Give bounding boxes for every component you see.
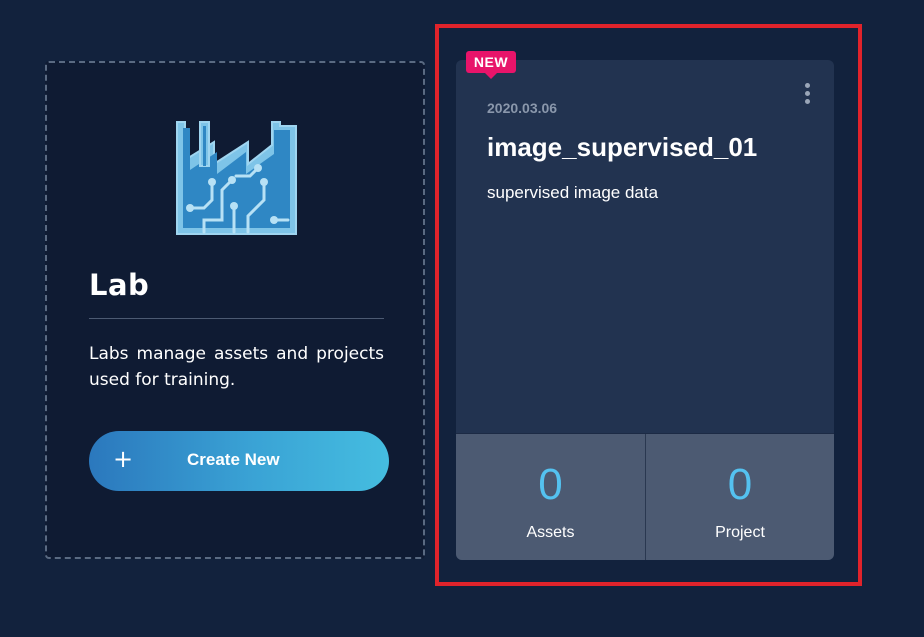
plus-icon: + bbox=[113, 445, 134, 473]
assets-stat[interactable]: 0 Assets bbox=[456, 434, 645, 560]
lab-description: Labs manage assets and projects used for… bbox=[89, 344, 384, 390]
lab-title: Lab bbox=[89, 268, 150, 302]
project-stat[interactable]: 0 Project bbox=[645, 434, 834, 560]
lab-stats: 0 Assets 0 Project bbox=[456, 433, 834, 560]
assets-count: 0 bbox=[538, 460, 563, 509]
project-count: 0 bbox=[727, 460, 753, 509]
assets-label: Assets bbox=[526, 524, 575, 541]
create-new-label: Create New bbox=[187, 450, 280, 469]
lab-item-card[interactable]: 2020.03.06 image_supervised_01 supervise… bbox=[456, 60, 834, 560]
lab-date: 2020.03.06 bbox=[487, 100, 558, 116]
lab-factory-icon bbox=[176, 121, 297, 235]
create-new-button[interactable]: + Create New bbox=[89, 431, 389, 491]
lab-item-description: supervised image data bbox=[487, 183, 659, 202]
more-vertical-icon[interactable] bbox=[802, 83, 814, 109]
create-lab-card: Lab Labs manage assets and projects used… bbox=[45, 61, 425, 559]
project-label: Project bbox=[715, 524, 765, 541]
new-badge: NEW bbox=[466, 51, 516, 79]
title-divider bbox=[89, 318, 384, 319]
lab-name: image_supervised_01 bbox=[487, 132, 758, 162]
